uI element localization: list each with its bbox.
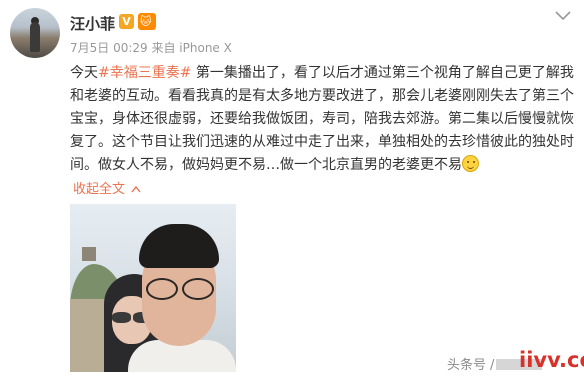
username[interactable]: 汪小菲	[70, 13, 115, 34]
avatar-person-body	[30, 22, 40, 52]
watermark-prefix: 头条号	[447, 358, 487, 373]
post-text: 今天#幸福三重奏# 第一集播出了，看了以后才通过第三个视角了解自己更了解我和老婆…	[70, 62, 575, 177]
photo-man-hair	[139, 224, 219, 268]
post-photo[interactable]	[70, 204, 236, 372]
collapse-label: 收起全文	[73, 182, 126, 197]
verified-badge: V	[119, 14, 134, 29]
vip-badge-icon: 🐱	[138, 13, 156, 30]
vip-badge-glyph: 🐱	[140, 15, 152, 28]
chevron-down-icon[interactable]	[553, 8, 573, 24]
photo-watchtower	[82, 247, 96, 261]
post-text-intro: 今天	[70, 65, 98, 81]
smile-emoji-icon	[462, 155, 479, 172]
photo-man-glasses	[142, 278, 218, 300]
collapse-link[interactable]: 收起全文	[73, 178, 141, 197]
avatar[interactable]	[10, 8, 60, 58]
post-meta: 7月5日 00:29 来自 iPhone X	[70, 41, 232, 55]
post-text-body: 第一集播出了，看了以后才通过第三个视角了解自己更了解我和老婆的互动。看看我真的是…	[70, 65, 574, 173]
chevron-up-icon	[131, 182, 141, 197]
watermark-slash: /	[490, 358, 495, 373]
site-watermark: iivv.cc	[519, 348, 584, 372]
topic-link[interactable]: #幸福三重奏#	[98, 65, 191, 81]
